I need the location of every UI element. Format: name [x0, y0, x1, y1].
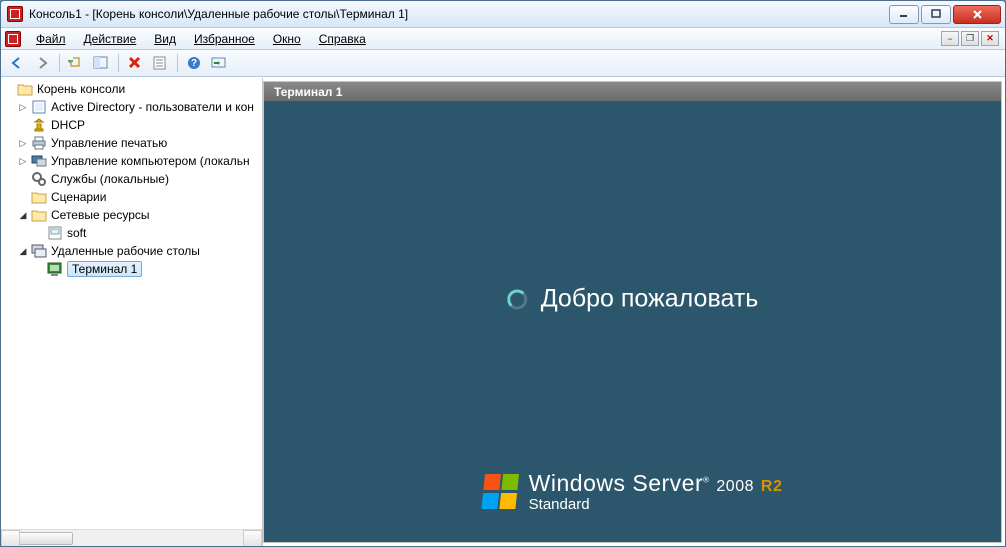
tree-compmgmt[interactable]: Управление компьютером (локальн — [51, 154, 250, 168]
tree-terminal-selected[interactable]: Терминал 1 — [67, 261, 142, 277]
tree-dhcp[interactable]: DHCP — [51, 118, 85, 132]
help-button[interactable]: ? — [182, 52, 206, 74]
toolbar: ? — [1, 50, 1005, 77]
tree-horizontal-scrollbar[interactable] — [1, 529, 262, 546]
toolbar-separator — [177, 54, 178, 72]
pane-header: Терминал 1 — [264, 82, 1001, 101]
terminal-icon — [47, 261, 63, 277]
mdi-minimize-button[interactable]: − — [941, 31, 959, 46]
expander-icon[interactable]: ▷ — [15, 156, 31, 167]
ad-icon — [31, 99, 47, 115]
expander-open-icon[interactable]: ◢ — [15, 246, 31, 257]
mdi-close-button[interactable]: ✕ — [981, 31, 999, 46]
brand-r2: R2 — [761, 478, 782, 495]
nav-back-button[interactable] — [5, 52, 29, 74]
tree-print[interactable]: Управление печатью — [51, 136, 167, 150]
tree-rdp[interactable]: Удаленные рабочие столы — [51, 244, 200, 258]
scrollbar-thumb[interactable] — [18, 532, 73, 545]
tree-net[interactable]: Сетевые ресурсы — [51, 208, 150, 222]
expander-icon[interactable]: ▷ — [15, 138, 31, 149]
welcome-text: Добро пожаловать — [541, 285, 759, 314]
remote-desktop-view[interactable]: Добро пожаловать Windows Server® 2008 R2… — [264, 101, 1001, 542]
folder-icon — [31, 189, 47, 205]
menu-file[interactable]: Файл — [27, 30, 75, 48]
menu-window[interactable]: Окно — [264, 30, 310, 48]
menu-favorites[interactable]: Избранное — [185, 30, 264, 48]
toolbar-separator — [118, 54, 119, 72]
extra-action-button[interactable] — [207, 52, 231, 74]
window-maximize-button[interactable] — [921, 5, 951, 24]
brand-name: Windows Server — [529, 470, 703, 496]
tree-services[interactable]: Службы (локальные) — [51, 172, 169, 186]
menu-action[interactable]: Действие — [75, 30, 146, 48]
brand-year: 2008 — [716, 478, 754, 495]
tree-scenarios[interactable]: Сценарии — [51, 190, 106, 204]
console-tree[interactable]: Корень консоли ▷ Active Directory - поль… — [1, 78, 262, 529]
nav-forward-button[interactable] — [30, 52, 54, 74]
window-title: Консоль1 - [Корень консоли\Удаленные раб… — [29, 7, 889, 21]
computer-mgmt-icon — [31, 153, 47, 169]
menu-help[interactable]: Справка — [310, 30, 375, 48]
dhcp-icon — [31, 117, 47, 133]
show-hide-tree-button[interactable] — [89, 52, 113, 74]
window-close-button[interactable] — [953, 5, 1001, 24]
window-minimize-button[interactable] — [889, 5, 919, 24]
folder-icon — [17, 81, 33, 97]
menu-view[interactable]: Вид — [145, 30, 185, 48]
delete-button[interactable] — [123, 52, 147, 74]
expander-open-icon[interactable]: ◢ — [15, 210, 31, 221]
properties-button[interactable] — [148, 52, 172, 74]
loading-spinner-icon — [507, 289, 527, 309]
welcome-message: Добро пожаловать — [507, 285, 759, 314]
share-icon — [47, 225, 63, 241]
os-brand: Windows Server® 2008 R2 Standard — [483, 472, 783, 512]
remote-desktops-icon — [31, 243, 47, 259]
tree-ad[interactable]: Active Directory - пользователи и кон — [51, 100, 254, 114]
expander-icon[interactable]: ▷ — [15, 102, 31, 113]
folder-open-icon — [31, 207, 47, 223]
svg-text:?: ? — [191, 58, 197, 69]
services-icon — [31, 171, 47, 187]
mmc-menu-icon — [5, 31, 21, 47]
tree-root[interactable]: Корень консоли — [37, 82, 125, 96]
tree-soft[interactable]: soft — [67, 226, 86, 240]
toolbar-separator — [59, 54, 60, 72]
mmc-app-icon — [7, 6, 23, 22]
window-titlebar: Консоль1 - [Корень консоли\Удаленные раб… — [1, 1, 1005, 28]
windows-logo-icon — [481, 474, 521, 510]
printer-icon — [31, 135, 47, 151]
brand-edition: Standard — [529, 497, 783, 512]
nav-up-button[interactable] — [64, 52, 88, 74]
mdi-restore-button[interactable]: ❐ — [961, 31, 979, 46]
menu-bar: Файл Действие Вид Избранное Окно Справка… — [1, 28, 1005, 50]
